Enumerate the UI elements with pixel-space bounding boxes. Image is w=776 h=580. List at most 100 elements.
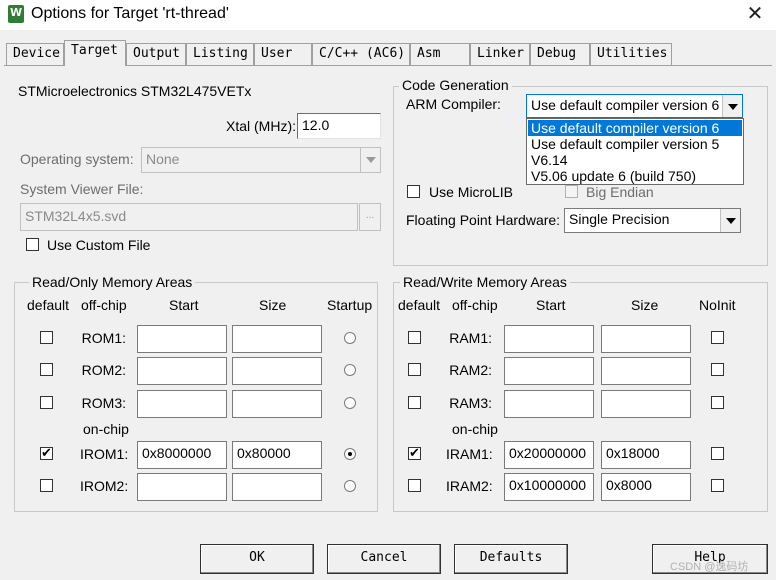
arm-compiler-label: ARM Compiler:	[406, 96, 501, 112]
ro-row-name: IROM2:	[80, 478, 129, 494]
svf-browse-button[interactable]: ...	[359, 203, 381, 231]
device-name: STMicroelectronics STM32L475VETx	[18, 83, 252, 99]
tab-output[interactable]: Output	[126, 43, 186, 65]
defaults-button[interactable]: Defaults	[454, 544, 568, 574]
ro-size-input[interactable]	[232, 473, 322, 501]
keil-app-icon	[8, 5, 24, 23]
rw-header-size: Size	[631, 297, 659, 313]
compiler-option[interactable]: V6.14	[528, 152, 742, 168]
compiler-dropdown-list: Use default compiler version 6 Use defau…	[526, 118, 744, 185]
ro-size-input[interactable]	[232, 390, 322, 418]
rw-start-input[interactable]	[504, 357, 594, 385]
rw-start-input[interactable]	[504, 390, 594, 418]
rw-default-checkbox[interactable]	[408, 479, 421, 492]
rw-default-checkbox[interactable]	[408, 363, 421, 376]
ro-header-default: default	[27, 297, 70, 313]
rw-noinit-checkbox[interactable]	[711, 396, 724, 409]
ro-default-checkbox[interactable]	[40, 479, 53, 492]
ro-startup-radio[interactable]	[344, 364, 356, 376]
ro-startup-radio[interactable]	[344, 480, 356, 492]
rw-noinit-checkbox[interactable]	[711, 331, 724, 344]
tab-user[interactable]: User	[254, 43, 312, 65]
rw-noinit-checkbox[interactable]	[711, 363, 724, 376]
tab-debug[interactable]: Debug	[530, 43, 590, 65]
os-label: Operating system:	[20, 151, 134, 167]
microlib-checkbox[interactable]	[407, 185, 420, 198]
ro-size-input[interactable]	[232, 357, 322, 385]
svf-label: System Viewer File:	[20, 181, 144, 197]
xtal-input[interactable]: 12.0	[297, 113, 381, 139]
cancel-button[interactable]: Cancel	[327, 544, 441, 574]
os-select[interactable]: None	[141, 147, 381, 173]
tab-device[interactable]: Device	[6, 43, 64, 65]
compiler-option[interactable]: V5.06 update 6 (build 750)	[528, 168, 742, 184]
rw-header-noinit: NoInit	[699, 297, 736, 313]
microlib-label: Use MicroLIB	[429, 184, 514, 200]
ro-start-input[interactable]	[137, 325, 227, 353]
rw-default-checkbox[interactable]	[408, 331, 421, 344]
ro-row-name: ROM3:	[81, 395, 126, 411]
tab-listing[interactable]: Listing	[186, 43, 254, 65]
rw-noinit-checkbox[interactable]	[711, 479, 724, 492]
chevron-down-icon[interactable]	[720, 209, 740, 232]
ro-default-checkbox[interactable]	[40, 445, 53, 461]
tab-linker[interactable]: Linker	[470, 43, 530, 65]
rw-row-name: IRAM1:	[446, 446, 493, 462]
compiler-option[interactable]: Use default compiler version 6	[528, 120, 742, 136]
rw-size-input[interactable]	[601, 357, 691, 385]
ro-header-offchip: off-chip	[81, 297, 127, 313]
fpu-label: Floating Point Hardware:	[406, 212, 561, 228]
ro-start-input[interactable]	[137, 390, 227, 418]
ro-row-name: IROM1:	[80, 446, 129, 462]
ro-start-input[interactable]: 0x8000000	[137, 441, 227, 469]
ro-row-name: ROM2:	[81, 362, 126, 378]
rw-start-input[interactable]: 0x10000000	[504, 473, 594, 501]
rw-row-name: RAM1:	[449, 330, 492, 346]
ro-header-start: Start	[169, 297, 199, 313]
big-endian-label: Big Endian	[586, 184, 654, 200]
xtal-label: Xtal (MHz):	[226, 118, 296, 134]
rw-start-input[interactable]: 0x20000000	[504, 441, 594, 469]
tab-asm[interactable]: Asm	[410, 43, 470, 65]
rw-memory-title: Read/Write Memory Areas	[400, 274, 570, 290]
compiler-option[interactable]: Use default compiler version 5	[528, 136, 742, 152]
ro-size-input[interactable]: 0x80000	[232, 441, 322, 469]
ro-header-size: Size	[259, 297, 287, 313]
ro-size-input[interactable]	[232, 325, 322, 353]
ro-start-input[interactable]	[137, 357, 227, 385]
tab-target[interactable]: Target	[64, 40, 126, 66]
rw-size-input[interactable]	[601, 325, 691, 353]
chevron-down-icon[interactable]	[722, 95, 742, 117]
rw-size-input[interactable]: 0x8000	[601, 473, 691, 501]
rw-onchip-label: on-chip	[452, 421, 498, 437]
ro-default-checkbox[interactable]	[40, 363, 53, 376]
custom-file-label: Use Custom File	[47, 237, 151, 253]
big-endian-checkbox[interactable]	[565, 185, 578, 198]
ro-memory-title: Read/Only Memory Areas	[29, 274, 196, 290]
rw-header-offchip: off-chip	[452, 297, 498, 313]
ro-start-input[interactable]	[137, 473, 227, 501]
chevron-down-icon[interactable]	[360, 148, 380, 172]
ro-default-checkbox[interactable]	[40, 396, 53, 409]
rw-default-checkbox[interactable]	[408, 445, 421, 461]
arm-compiler-select[interactable]: Use default compiler version 6	[526, 94, 743, 118]
fpu-select[interactable]: Single Precision	[564, 208, 741, 233]
ro-startup-radio[interactable]	[344, 397, 356, 409]
rw-size-input[interactable]	[601, 390, 691, 418]
close-icon[interactable]: ✕	[744, 2, 766, 26]
rw-default-checkbox[interactable]	[408, 396, 421, 409]
ro-startup-radio[interactable]	[344, 448, 356, 460]
rw-noinit-checkbox[interactable]	[711, 447, 724, 460]
ro-startup-radio[interactable]	[344, 332, 356, 344]
tab-utilities[interactable]: Utilities	[590, 43, 672, 65]
ro-default-checkbox[interactable]	[40, 331, 53, 344]
ro-onchip-label: on-chip	[83, 421, 129, 437]
ok-button[interactable]: OK	[200, 544, 314, 574]
custom-file-checkbox[interactable]	[26, 238, 39, 251]
tab-cpp[interactable]: C/C++ (AC6)	[312, 43, 410, 65]
rw-start-input[interactable]	[504, 325, 594, 353]
svf-input[interactable]: STM32L4x5.svd	[20, 203, 358, 231]
rw-size-input[interactable]: 0x18000	[601, 441, 691, 469]
code-generation-title: Code Generation	[399, 77, 512, 93]
os-select-value: None	[146, 151, 180, 167]
